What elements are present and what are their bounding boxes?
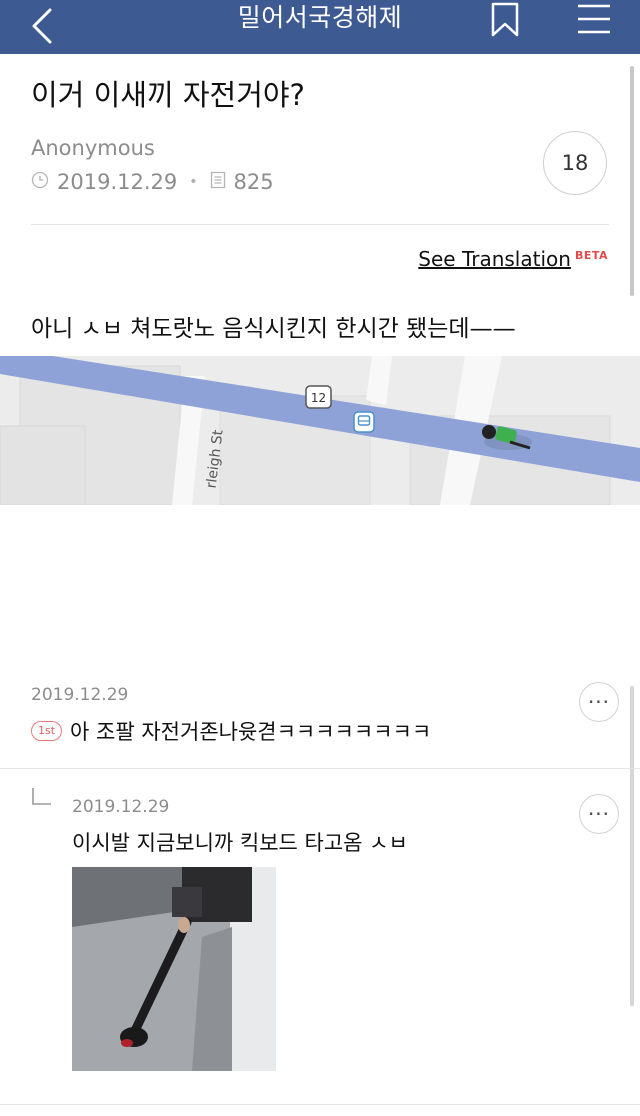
post-body: 아니 ㅅㅂ 쳐도랏노 음식시킨지 한시간 됐는데—— xyxy=(31,316,516,342)
more-icon: ··· xyxy=(587,690,611,714)
comment-text-row: 1st 아 조팔 자전거존나윳겯ㅋㅋㅋㅋㅋㅋㅋㅋ xyxy=(31,716,431,746)
reply-arrow-icon xyxy=(31,788,51,808)
reply-date: 2019.12.29 xyxy=(72,797,170,817)
divider xyxy=(31,224,609,225)
map-image[interactable]: 12 rleigh St xyxy=(0,356,640,505)
comment-count-button[interactable]: 18 xyxy=(543,131,607,195)
hamburger-menu-icon[interactable] xyxy=(576,2,612,38)
reply-more-button[interactable]: ··· xyxy=(579,794,619,834)
more-icon: ··· xyxy=(587,802,611,826)
reply-photo[interactable] xyxy=(72,867,276,1071)
see-translation-link[interactable]: See Translation BETA xyxy=(418,247,608,271)
board-title: 밀어서국경해제 xyxy=(237,3,403,32)
divider xyxy=(0,768,640,769)
see-translation-label: See Translation xyxy=(418,247,571,271)
top-navigation-bar: 밀어서국경해제 xyxy=(0,0,640,54)
post-author: Anonymous xyxy=(31,136,155,160)
comment-text: 아 조팔 자전거존나윳겯ㅋㅋㅋㅋㅋㅋㅋㅋ xyxy=(70,720,432,744)
route-shield-icon: 12 xyxy=(305,385,332,409)
beta-badge: BETA xyxy=(574,249,608,262)
route-badge: 12 xyxy=(311,391,326,405)
scrollbar-track-lower xyxy=(630,686,634,1006)
bookmark-icon[interactable] xyxy=(488,2,522,38)
meta-separator: • xyxy=(189,174,198,190)
comment-more-button[interactable]: ··· xyxy=(579,682,619,722)
divider xyxy=(0,1104,640,1105)
scrollbar[interactable] xyxy=(630,66,634,296)
comment-date: 2019.12.29 xyxy=(31,685,129,705)
clock-icon xyxy=(31,170,57,194)
post-title: 이거 이새끼 자전거야? xyxy=(31,78,305,112)
post-date: 2019.12.29 xyxy=(57,170,178,194)
bus-stop-icon xyxy=(353,411,375,433)
post-meta: 2019.12.29 • 825 xyxy=(31,168,274,196)
document-icon xyxy=(210,170,234,194)
first-comment-badge: 1st xyxy=(31,721,63,741)
reply-text: 이시발 지금보니까 킥보드 타고옴 ㅅㅂ xyxy=(72,831,408,855)
view-count: 825 xyxy=(233,170,274,194)
